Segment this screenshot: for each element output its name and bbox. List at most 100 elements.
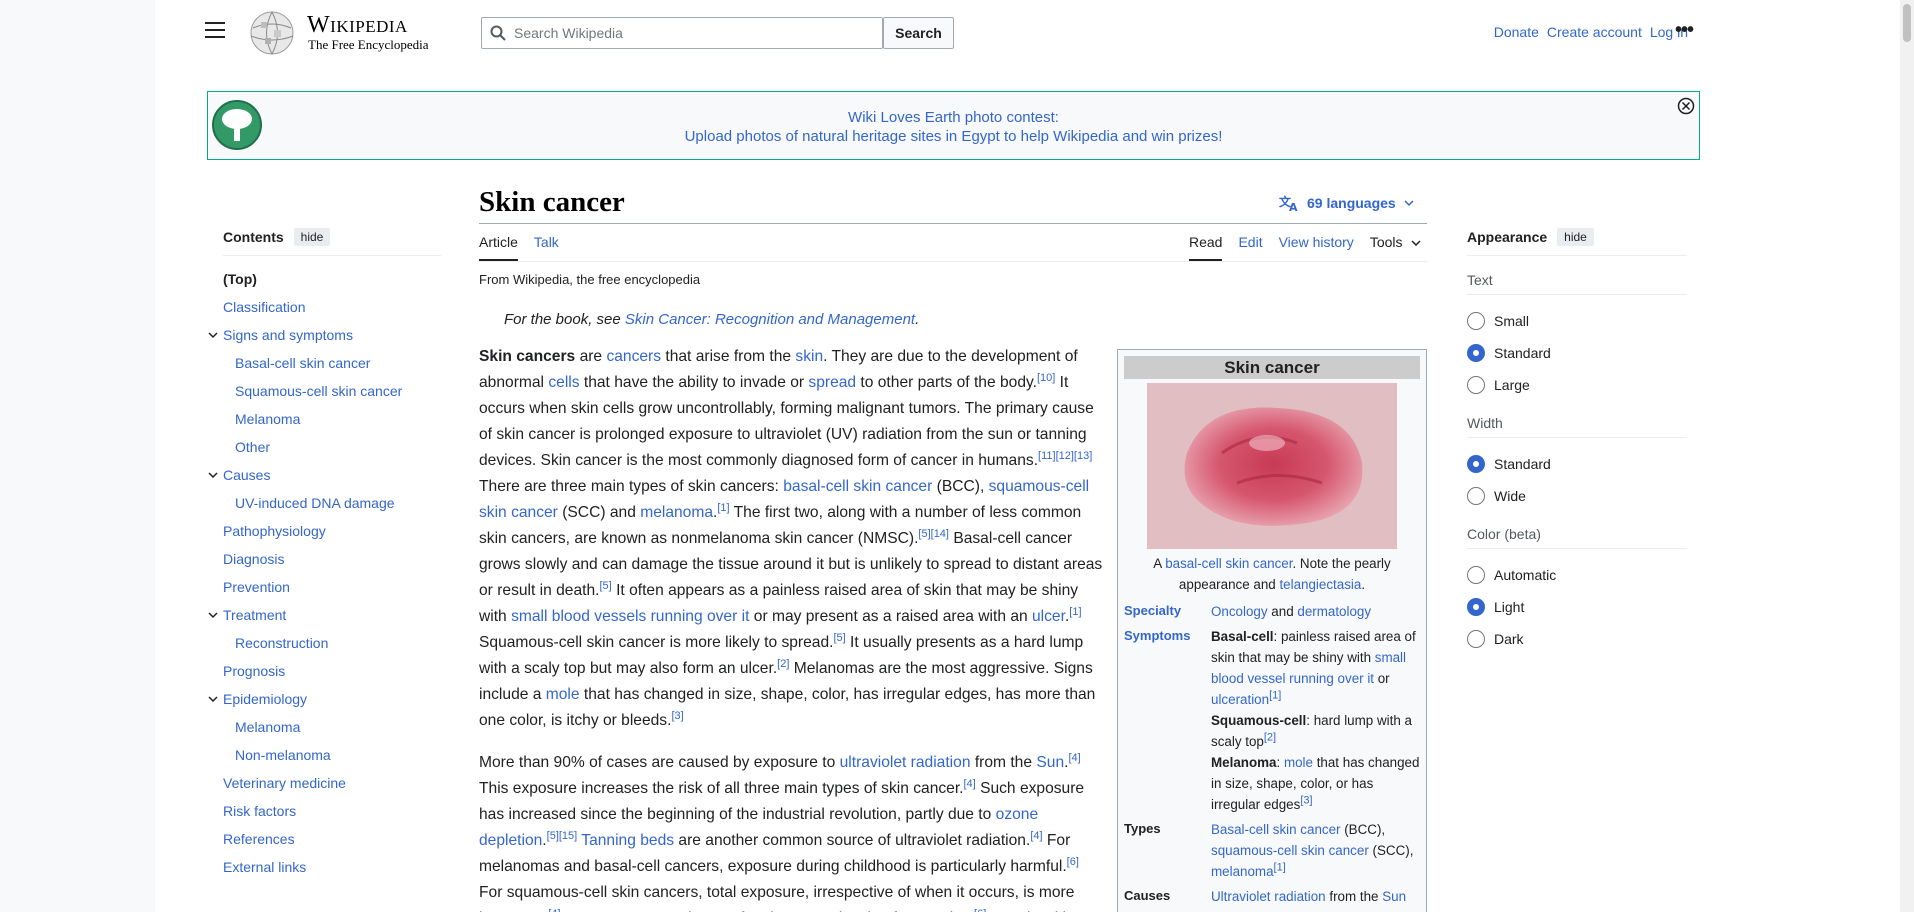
link-basal-cell[interactable]: basal-cell skin cancer [783,478,932,495]
citation[interactable]: [2] [777,658,789,670]
chevron-down-icon[interactable] [207,609,219,621]
toc-item-label[interactable]: Reconstruction [235,635,328,651]
hatnote-link[interactable]: Skin Cancer: Recognition and Management [625,311,915,328]
search-input[interactable] [514,19,882,47]
citation[interactable]: [1] [1069,606,1081,618]
toc-item-label[interactable]: Melanoma [235,411,300,427]
toc-item-label[interactable]: Squamous-cell skin cancer [235,383,402,399]
toc-item-label[interactable]: Non-melanoma [235,747,331,763]
link-oncology[interactable]: Oncology [1211,604,1268,619]
chevron-down-icon[interactable] [207,693,219,705]
language-button[interactable]: 文 A 69 languages [1279,194,1414,212]
appearance-hide-button[interactable]: hide [1557,228,1594,246]
citation[interactable]: [4] [1068,752,1080,764]
banner-line2[interactable]: Upload photos of natural heritage sites … [208,127,1699,146]
hamburger-menu-icon[interactable] [205,22,225,38]
link-ultraviolet[interactable]: Ultraviolet radiation [1211,889,1326,904]
scrollbar-thumb[interactable] [1903,4,1911,42]
toc-item-label[interactable]: Treatment [223,607,286,623]
radio-option[interactable]: Large [1467,369,1687,401]
toc-item-label[interactable]: Other [235,439,270,455]
toc-item[interactable]: Melanoma [223,718,441,746]
toc-item[interactable]: Pathophysiology [223,522,441,550]
infobox-image[interactable] [1147,383,1397,549]
toc-item[interactable]: References [223,830,441,858]
wordmark[interactable]: Wikipedia The Free Encyclopedia [307,12,429,52]
toc-item[interactable]: Basal-cell skin cancer [223,354,441,382]
link-cells[interactable]: cells [548,374,579,391]
radio-option[interactable]: Standard [1467,448,1687,480]
citation[interactable]: [3] [1300,795,1312,807]
radio-option[interactable]: Automatic [1467,559,1687,591]
citation[interactable]: [2] [1264,732,1276,744]
banner-message[interactable]: Wiki Loves Earth photo contest: Upload p… [208,108,1699,146]
link-tanning-beds[interactable]: Tanning beds [581,832,674,849]
tools-menu[interactable]: Tools [1370,234,1421,261]
citation[interactable]: [4] [964,778,976,790]
radio-button-icon[interactable] [1467,566,1485,584]
citation[interactable]: [4] [1030,830,1042,842]
link-mole[interactable]: mole [1284,755,1313,770]
radio-option[interactable]: Light [1467,591,1687,623]
chevron-down-icon[interactable] [207,469,219,481]
toc-item[interactable]: Prevention [223,578,441,606]
toc-item[interactable]: Classification [223,298,441,326]
infobox-label[interactable]: Specialty [1124,601,1211,622]
close-icon[interactable] [1677,97,1695,115]
citation[interactable]: [3] [671,710,683,722]
link-squamous-cell[interactable]: squamous-cell skin cancer [1211,843,1369,858]
toc-item-label[interactable]: References [223,831,295,847]
tab-view-history[interactable]: View history [1279,234,1354,261]
wikipedia-globe-logo[interactable] [247,10,297,56]
search-button[interactable]: Search [883,17,954,49]
radio-button-icon[interactable] [1467,376,1485,394]
toc-item-label[interactable]: Causes [223,467,270,483]
citation[interactable]: [5][14] [918,528,949,540]
link-cancers[interactable]: cancers [606,348,661,365]
toc-item-label[interactable]: Basal-cell skin cancer [235,355,370,371]
tab-talk[interactable]: Talk [534,234,559,261]
toc-item-label[interactable]: Classification [223,299,305,315]
toc-item-label[interactable]: Veterinary medicine [223,775,346,791]
toc-item[interactable]: Causes [208,466,441,494]
toc-item[interactable]: Epidemiology [208,690,441,718]
citation[interactable]: [11][12][13] [1038,450,1092,462]
link-ulcer[interactable]: ulcer [1032,608,1065,625]
tab-edit[interactable]: Edit [1238,234,1262,261]
radio-button-icon[interactable] [1467,487,1485,505]
infobox-label[interactable]: Symptoms [1124,626,1211,815]
link-basal-cell[interactable]: Basal-cell skin cancer [1211,822,1341,837]
scrollbar[interactable] [1900,0,1914,912]
toc-item[interactable]: Squamous-cell skin cancer [223,382,441,410]
toc-hide-button[interactable]: hide [293,228,331,246]
link-sun[interactable]: Sun [1036,754,1064,771]
banner-line1[interactable]: Wiki Loves Earth photo contest: [208,108,1699,127]
toc-item-label[interactable]: External links [223,859,306,875]
toc-item[interactable]: Melanoma [223,410,441,438]
more-options-icon[interactable]: ••• [1675,20,1694,40]
link-melanoma[interactable]: melanoma [1211,864,1274,879]
toc-item[interactable]: External links [223,858,441,886]
radio-button-icon[interactable] [1467,312,1485,330]
citation[interactable]: [5][15] [547,830,578,842]
radio-option[interactable]: Small [1467,305,1687,337]
caption-link-basal-cell[interactable]: basal-cell skin cancer [1165,556,1292,571]
toc-item[interactable]: Non-melanoma [223,746,441,774]
create-account-link[interactable]: Create account [1547,24,1642,40]
citation[interactable]: [5] [600,580,612,592]
toc-item[interactable]: Veterinary medicine [223,774,441,802]
link-small-blood-vessels[interactable]: small blood vessels running over it [511,608,749,625]
radio-button-icon[interactable] [1467,455,1485,473]
chevron-down-icon[interactable] [207,329,219,341]
citation[interactable]: [6] [974,908,986,912]
toc-item[interactable]: Reconstruction [223,634,441,662]
toc-item[interactable]: UV-induced DNA damage [223,494,441,522]
toc-item[interactable]: Signs and symptoms [208,326,441,354]
citation[interactable]: [6] [1067,856,1079,868]
link-ultraviolet-radiation[interactable]: ultraviolet radiation [840,754,971,771]
donate-link[interactable]: Donate [1494,24,1539,40]
radio-button-icon[interactable] [1467,598,1485,616]
link-dermatology[interactable]: dermatology [1297,604,1371,619]
toc-item-label[interactable]: Signs and symptoms [223,327,353,343]
link-ulceration[interactable]: ulceration [1211,692,1269,707]
